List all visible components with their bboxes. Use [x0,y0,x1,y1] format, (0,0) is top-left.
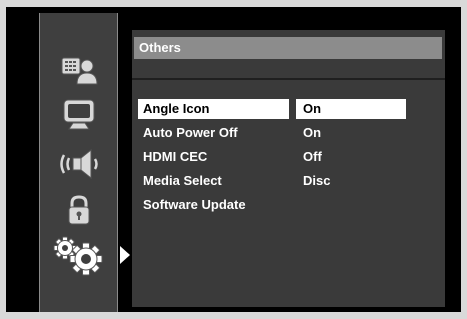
menu-item-angle-icon[interactable]: Angle Icon On [138,97,438,121]
menu-item-label: Auto Power Off [143,125,238,140]
menu-item-label: Angle Icon [138,99,289,119]
menu-item-media-select[interactable]: Media Select Disc [138,169,438,193]
display-icon[interactable] [40,96,117,132]
menu-item-hdmi-cec[interactable]: HDMI CEC Off [138,145,438,169]
menu-item-label: Media Select [143,173,222,188]
menu-item-value [296,195,406,215]
menu-item-value: Disc [303,173,331,188]
menu-item-label: HDMI CEC [143,149,208,164]
menu-item-value: On [296,99,406,119]
language-person-icon[interactable] [40,53,117,87]
panel-title: Others [134,37,442,59]
menu-item-value: On [303,125,322,140]
menu-item-auto-power-off[interactable]: Auto Power Off On [138,121,438,145]
audio-speaker-icon[interactable] [40,144,117,184]
menu-item-software-update[interactable]: Software Update [138,193,438,217]
panel-divider [132,78,445,80]
gears-icon[interactable] [40,230,117,282]
active-category-arrow-icon [120,246,130,264]
menu-item-label: Software Update [143,197,246,212]
settings-menu: Angle Icon On Auto Power Off On HDMI CEC… [138,97,438,217]
setup-sidebar [39,13,118,312]
lock-icon[interactable] [40,192,117,228]
menu-item-value: Off [303,149,322,164]
